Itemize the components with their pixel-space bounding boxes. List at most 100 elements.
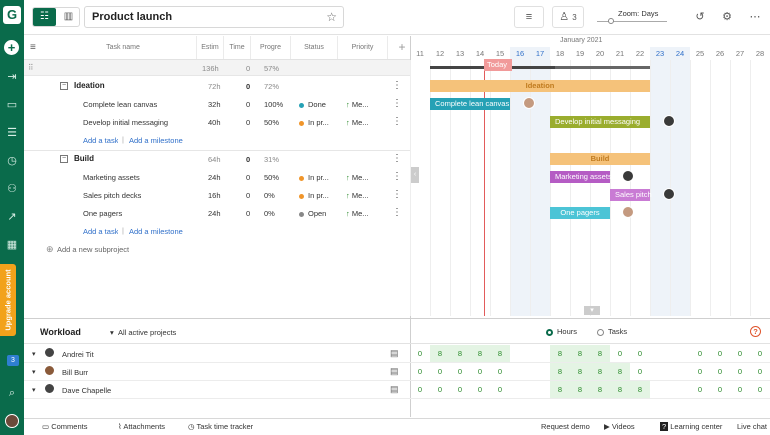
videos-button[interactable]: ▶ Videos	[604, 419, 635, 435]
chart-icon[interactable]: ↗	[4, 210, 20, 224]
workload-row[interactable]: ▾ Dave Chapelle ▤ 0 0 0 0 0 8 8 8 8 8 0 0 0 0	[24, 381, 770, 399]
filter-button[interactable]: ≡	[514, 6, 544, 28]
notification-badge[interactable]: 3	[7, 355, 19, 366]
row-menu-icon[interactable]: ⋮	[392, 153, 402, 164]
task-status[interactable]: Done	[299, 100, 326, 109]
calendar-icon[interactable]: ▤	[390, 384, 399, 395]
task-row[interactable]: One pagers 24h 0 0% Open ↑ Me... ⋮	[24, 204, 410, 222]
task-status[interactable]: In pr...	[299, 118, 329, 127]
task-row[interactable]: Complete lean canvas 32h 0 100% Done ↑ M…	[24, 95, 410, 113]
assignee-avatar[interactable]	[663, 188, 675, 200]
workload-row[interactable]: ▾ Andrei Tit ▤ 0 8 8 8 8 8 8 8 0 0 0 0 0 0	[24, 345, 770, 363]
attachments-button[interactable]: ⌇ Attachments	[118, 419, 165, 435]
create-new-icon[interactable]: +	[4, 40, 19, 55]
learning-center-button[interactable]: ? Learning center	[660, 419, 722, 435]
add-task-link[interactable]: Add a task	[83, 227, 118, 236]
task-row[interactable]: Sales pitch decks 16h 0 0% In pr... ↑ Me…	[24, 186, 410, 204]
gantt-bar-marketing[interactable]: Marketing assets	[550, 171, 612, 183]
task-row[interactable]: Marketing assets 24h 0 50% In pr... ↑ Me…	[24, 168, 410, 186]
project-title-field[interactable]: Product launch ☆	[84, 6, 344, 28]
expand-icon[interactable]: ▾	[32, 350, 36, 358]
clock-icon[interactable]: ◷	[4, 154, 20, 168]
col-time[interactable]: Time	[224, 36, 251, 59]
add-milestone-link[interactable]: Add a milestone	[129, 227, 183, 236]
more-menu-icon[interactable]: ⋯	[747, 9, 763, 25]
gantt-bar-one-pagers[interactable]: One pagers	[550, 207, 610, 219]
request-demo-button[interactable]: Request demo	[541, 419, 590, 435]
workload-cell: 8	[590, 363, 610, 380]
col-task-name[interactable]: Task name	[50, 36, 197, 59]
row-menu-icon[interactable]: ⋮	[392, 207, 402, 218]
star-icon[interactable]: ☆	[326, 7, 337, 27]
board-view-icon[interactable]: ▥	[57, 8, 80, 26]
apps-grid-icon[interactable]: ▦	[4, 238, 20, 252]
calendar-icon[interactable]: ▤	[390, 366, 399, 377]
collapse-icon[interactable]: −	[60, 155, 68, 163]
project-row[interactable]: − Build 64h 0 31% ⋮	[24, 150, 410, 168]
add-subproject-row[interactable]: ⊕ Add a new subproject	[24, 240, 410, 258]
task-status[interactable]: In pr...	[299, 191, 329, 200]
expand-icon[interactable]: ▾	[32, 368, 36, 376]
gantt-bar-ideation[interactable]: Ideation	[430, 80, 650, 92]
app-logo[interactable]: G	[3, 6, 21, 24]
gantt-bar-lean-canvas[interactable]: Complete lean canvas	[430, 98, 510, 110]
gantt-bar-messaging[interactable]: Develop initial messaging	[550, 116, 650, 128]
settings-gear-icon[interactable]: ⚙	[719, 9, 735, 25]
add-task-link[interactable]: Add a task	[83, 136, 118, 145]
col-priority[interactable]: Priority	[338, 36, 388, 59]
task-priority[interactable]: ↑ Me...	[346, 209, 369, 218]
row-menu-icon[interactable]: ⋮	[392, 116, 402, 127]
gantt-bar-pitch[interactable]: Sales pitch	[610, 189, 652, 201]
task-status[interactable]: Open	[299, 209, 326, 218]
columns-menu-icon[interactable]: ≡	[30, 42, 36, 53]
assignee-avatar[interactable]	[622, 170, 634, 182]
collapse-arrow-icon[interactable]: ⇥	[4, 70, 20, 84]
calendar-icon[interactable]: ▤	[390, 348, 399, 359]
row-menu-icon[interactable]: ⋮	[392, 171, 402, 182]
workload-filter[interactable]: ▾ All active projects	[110, 328, 176, 337]
time-tracker-button[interactable]: ◷ Task time tracker	[188, 419, 253, 435]
row-menu-icon[interactable]: ⋮	[392, 98, 402, 109]
collapse-icon[interactable]: −	[60, 82, 68, 90]
task-priority[interactable]: ↑ Me...	[346, 191, 369, 200]
history-icon[interactable]: ↺	[692, 9, 708, 25]
drag-handle-icon[interactable]: ⠿	[28, 63, 34, 72]
task-row[interactable]: Develop initial messaging 40h 0 50% In p…	[24, 113, 410, 131]
assignee-avatar[interactable]	[523, 97, 535, 109]
assignee-avatar[interactable]	[663, 115, 675, 127]
task-status[interactable]: In pr...	[299, 173, 329, 182]
col-progress[interactable]: Progre	[251, 36, 291, 59]
row-menu-icon[interactable]: ⋮	[392, 189, 402, 200]
project-row[interactable]: − Ideation 72h 0 72% ⋮	[24, 77, 410, 95]
hours-radio[interactable]: Hours	[546, 327, 577, 336]
gantt-bar-build[interactable]: Build	[550, 153, 650, 165]
expand-icon[interactable]: ▾	[32, 386, 36, 394]
zoom-slider-handle[interactable]	[608, 18, 614, 24]
task-priority[interactable]: ↑ Me...	[346, 100, 369, 109]
add-column-icon[interactable]: +	[394, 36, 410, 59]
task-time: 0	[246, 191, 251, 200]
live-chat-button[interactable]: Live chat	[737, 419, 767, 435]
folder-icon[interactable]: ▭	[4, 98, 20, 112]
user-avatar[interactable]	[5, 414, 19, 428]
list-icon[interactable]: ☰	[4, 126, 20, 140]
row-menu-icon[interactable]: ⋮	[392, 80, 402, 91]
assignee-avatar[interactable]	[622, 206, 634, 218]
add-subproject-link[interactable]: Add a new subproject	[57, 245, 129, 254]
col-estimate[interactable]: Estim	[197, 36, 224, 59]
people-button[interactable]: ♙ 3	[552, 6, 584, 28]
upgrade-account-button[interactable]: Upgrade account	[0, 264, 16, 336]
workload-toggle-handle[interactable]: ▾	[584, 306, 600, 315]
gantt-view-icon[interactable]: ☷	[33, 8, 56, 26]
comments-button[interactable]: ▭ Comments	[42, 419, 87, 435]
col-status[interactable]: Status	[291, 36, 338, 59]
search-icon[interactable]: ⌕	[4, 386, 20, 400]
people-icon[interactable]: ⚇	[4, 182, 20, 196]
help-icon[interactable]: ?	[750, 326, 761, 337]
add-milestone-link[interactable]: Add a milestone	[129, 136, 183, 145]
panel-collapse-handle[interactable]: ‹	[411, 167, 419, 183]
workload-row[interactable]: ▾ Bill Burr ▤ 0 0 0 0 0 8 8 8 8 0 0 0 0 0	[24, 363, 770, 381]
task-priority[interactable]: ↑ Me...	[346, 173, 369, 182]
task-priority[interactable]: ↑ Me...	[346, 118, 369, 127]
tasks-radio[interactable]: Tasks	[597, 327, 627, 336]
